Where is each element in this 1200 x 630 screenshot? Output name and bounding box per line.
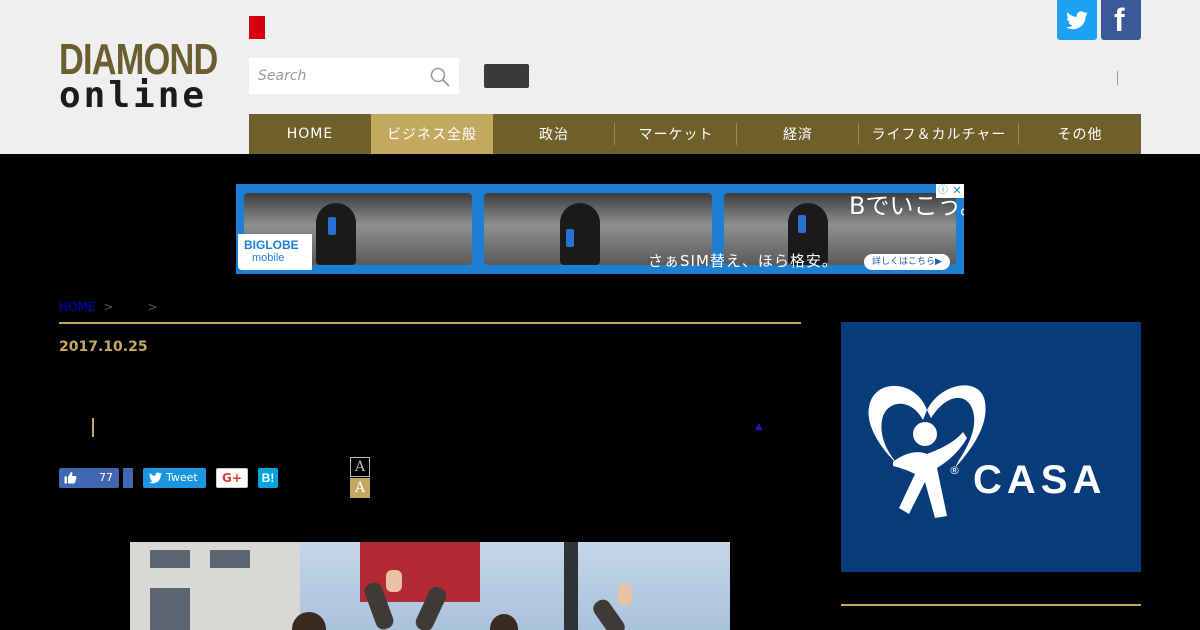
title-accent-bar xyxy=(92,418,94,437)
facebook-f-icon: f xyxy=(1114,2,1125,38)
photo-head xyxy=(490,614,518,630)
photo-hand xyxy=(386,570,402,592)
ad-subline: さぁSIM替え、ほら格安。 xyxy=(648,252,838,270)
article-top-rule xyxy=(59,322,801,324)
ad-cta-button[interactable]: 詳しくはこちら▶ xyxy=(864,254,950,270)
font-size-small-button[interactable]: A xyxy=(350,457,370,477)
google-plus-button[interactable]: G+ xyxy=(216,468,248,488)
sidebar-ad-text: CASA xyxy=(973,458,1107,502)
nav-item-other[interactable]: その他 xyxy=(1019,114,1141,154)
tweet-label: Tweet xyxy=(166,471,198,484)
nav-item-label: ライフ＆カルチャー xyxy=(871,127,1007,143)
font-size-large-button[interactable]: A xyxy=(350,478,370,498)
nav-item-label: HOME xyxy=(286,126,334,142)
nav-item-politics[interactable]: 政治 xyxy=(493,114,615,154)
phone-icon xyxy=(798,215,806,233)
site-header: DIAMOND online f HOME ビジネス全般 政治 マーケット 経済… xyxy=(0,0,1200,154)
photo-window xyxy=(150,588,190,630)
nav-item-market[interactable]: マーケット xyxy=(615,114,737,154)
article-photo xyxy=(130,542,730,630)
hatena-bookmark-button[interactable]: B! xyxy=(258,468,278,488)
breadcrumb-separator: > xyxy=(103,300,114,314)
nav-item-label: 政治 xyxy=(539,127,569,143)
ad-logo-text: BIGLOBE xyxy=(244,238,299,252)
twitter-button[interactable] xyxy=(1057,0,1097,40)
sidebar-ad[interactable]: ® CASA xyxy=(841,322,1141,572)
photo-pole xyxy=(564,542,578,630)
registered-mark: ® xyxy=(949,464,960,477)
heart-person-logo-icon xyxy=(868,385,986,518)
phone-icon xyxy=(328,217,336,235)
search-input[interactable] xyxy=(249,58,423,94)
ad-brand-logo: BIGLOBE mobile xyxy=(238,234,312,270)
breadcrumb: HOME > > xyxy=(59,300,184,314)
photo-window xyxy=(210,550,250,568)
banner-ad[interactable]: BIGLOBE mobile Bでいこう。 さぁSIM替え、ほら格安。 詳しくは… xyxy=(236,184,964,274)
nav-item-life-culture[interactable]: ライフ＆カルチャー xyxy=(859,114,1019,154)
search-icon[interactable] xyxy=(429,66,451,88)
triangle-icon: ▲ xyxy=(755,421,763,432)
facebook-button[interactable]: f xyxy=(1101,0,1141,40)
main-nav: HOME ビジネス全般 政治 マーケット 経済 ライフ＆カルチャー その他 xyxy=(249,114,1141,154)
header-separator xyxy=(1117,71,1118,85)
search-box xyxy=(249,58,459,94)
facebook-like-button[interactable]: 77 xyxy=(59,468,119,488)
red-tag-marker xyxy=(249,16,265,39)
ad-info-icon[interactable]: ⓘ xyxy=(936,184,950,198)
photo-hand xyxy=(618,584,632,606)
nav-item-label: ビジネス全般 xyxy=(387,127,477,143)
facebook-share-button[interactable] xyxy=(123,468,133,488)
site-logo[interactable]: DIAMOND online xyxy=(59,35,223,116)
sidebar-rule xyxy=(841,604,1141,606)
nav-item-label: マーケット xyxy=(638,127,714,143)
twitter-bird-icon xyxy=(1066,11,1088,30)
breadcrumb-separator: > xyxy=(147,300,158,314)
tweet-button[interactable]: Tweet xyxy=(143,468,206,488)
nav-item-label: 経済 xyxy=(783,127,813,143)
logo-line-2: online xyxy=(59,75,208,116)
nav-item-home[interactable]: HOME xyxy=(249,114,371,154)
phone-icon xyxy=(566,229,574,247)
ad-person-figure xyxy=(316,203,356,265)
photo-window xyxy=(150,550,190,568)
ad-logo-sub: mobile xyxy=(252,252,285,264)
breadcrumb-home-link[interactable]: HOME xyxy=(59,300,95,314)
header-dark-button[interactable] xyxy=(484,64,529,88)
ad-close-icon[interactable]: ✕ xyxy=(950,184,964,198)
nav-item-label: その他 xyxy=(1057,127,1103,143)
thumbs-up-icon xyxy=(64,472,77,484)
nav-item-economy[interactable]: 経済 xyxy=(737,114,859,154)
like-count: 77 xyxy=(99,471,113,484)
twitter-bird-icon xyxy=(149,472,162,484)
article-date: 2017.10.25 xyxy=(59,339,148,355)
nav-item-business[interactable]: ビジネス全般 xyxy=(371,114,493,154)
logo-line-1: DIAMOND xyxy=(59,35,218,84)
